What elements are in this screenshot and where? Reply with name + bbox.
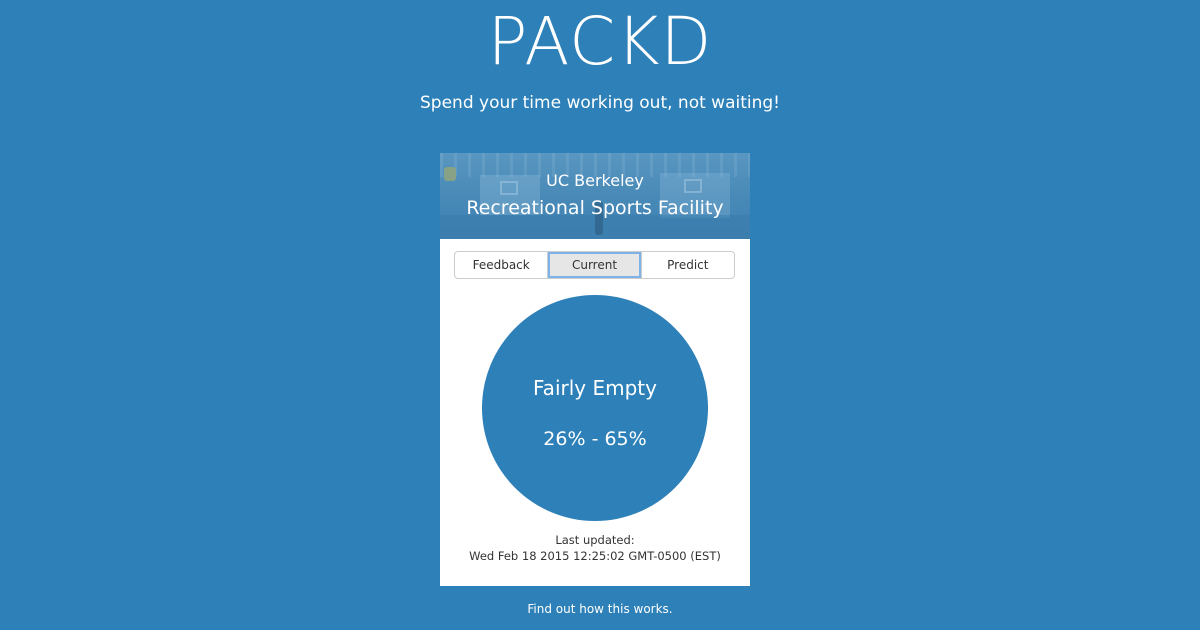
facility-card: UC Berkeley Recreational Sports Facility… <box>440 153 750 586</box>
occupancy-status: Fairly Empty <box>533 376 657 400</box>
view-tabs: Feedback Current Predict <box>454 251 735 279</box>
tab-current[interactable]: Current <box>547 252 641 278</box>
tab-feedback[interactable]: Feedback <box>455 252 547 278</box>
page: PACKD Spend your time working out, not w… <box>0 0 1200 630</box>
occupancy-circle: Fairly Empty 26% - 65% <box>482 295 708 521</box>
tagline: Spend your time working out, not waiting… <box>420 93 780 113</box>
last-updated-timestamp: Wed Feb 18 2015 12:25:02 GMT-0500 (EST) <box>469 549 721 563</box>
facility-title: Recreational Sports Facility <box>466 197 724 219</box>
brand-title: PACKD <box>487 3 713 80</box>
facility-subtitle: UC Berkeley <box>546 171 644 190</box>
how-it-works-link[interactable]: Find out how this works. <box>0 601 1200 617</box>
tab-predict[interactable]: Predict <box>640 252 734 278</box>
last-updated-label: Last updated: <box>555 533 635 547</box>
facility-banner: UC Berkeley Recreational Sports Facility <box>440 153 750 239</box>
occupancy-range: 26% - 65% <box>543 428 647 450</box>
